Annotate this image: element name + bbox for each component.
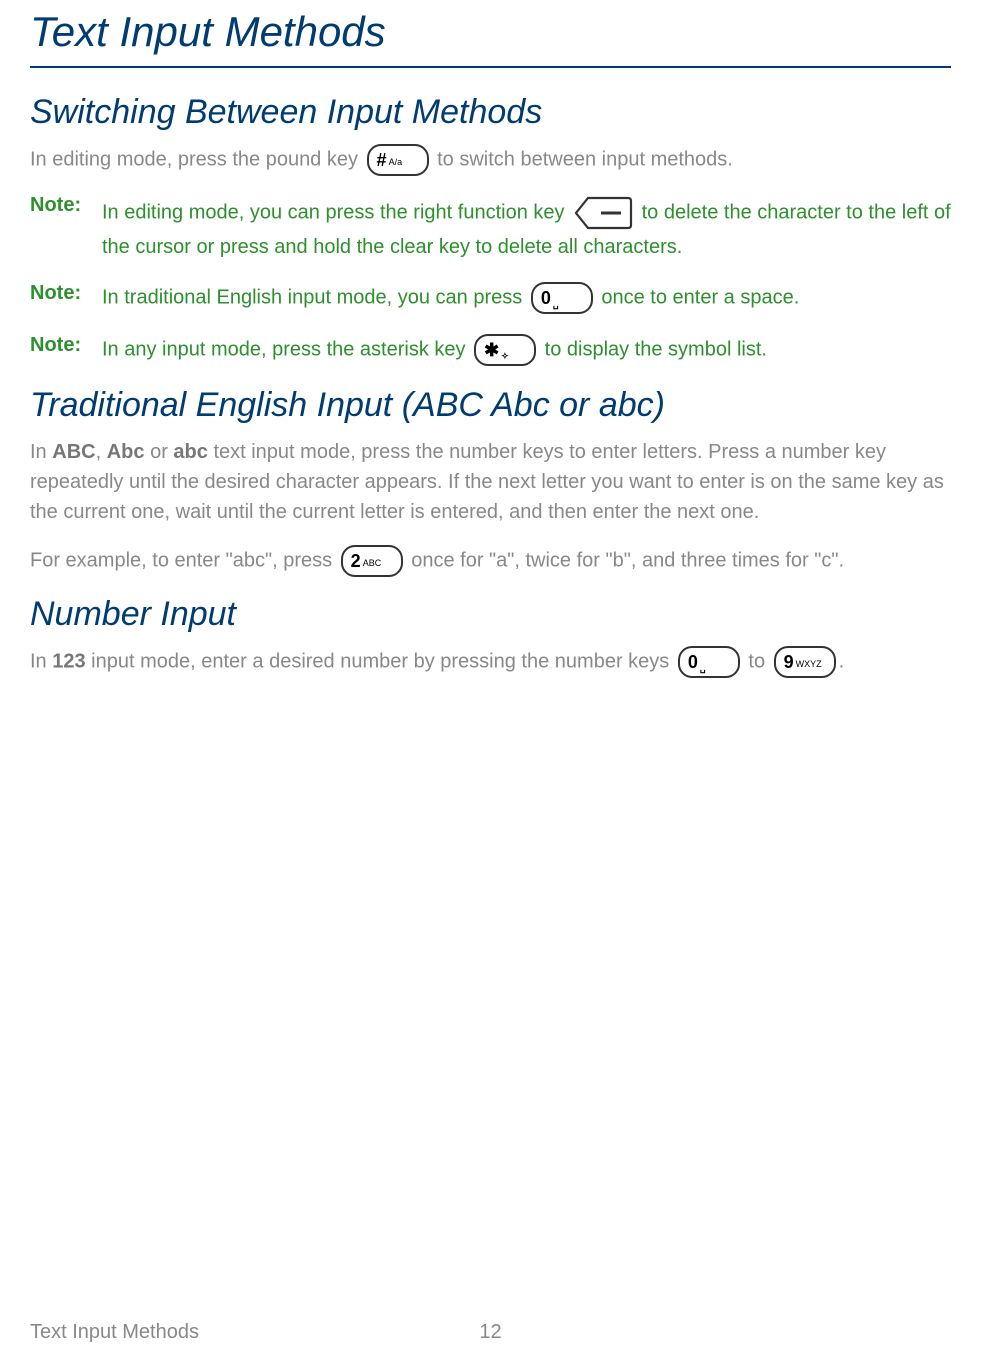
pound-key-icon: #A/a	[367, 144, 429, 176]
note-text: In traditional English input mode, you c…	[102, 282, 799, 314]
text-segment: once for "a", twice for "b", and three t…	[411, 549, 844, 571]
bold-text: ABC	[52, 441, 95, 463]
page-title: Text Input Methods	[30, 0, 951, 68]
traditional-para1: In ABC, Abc or abc text input mode, pres…	[30, 437, 951, 527]
number-para: In 123 input mode, enter a desired numbe…	[30, 646, 951, 678]
note-3: Note: In any input mode, press the aster…	[30, 334, 951, 366]
text-segment: to switch between input methods.	[437, 148, 733, 170]
key-sub-label: WXYZ	[796, 659, 822, 669]
text-segment: In	[30, 650, 52, 672]
text-segment: input mode, enter a desired number by pr…	[86, 650, 675, 672]
note-label: Note:	[30, 194, 102, 217]
text-segment: In editing mode, you can press the right…	[102, 201, 570, 223]
page-footer: Text Input Methods 12	[30, 1321, 951, 1344]
text-segment: .	[839, 650, 845, 672]
key-sub-label: ABC	[363, 558, 382, 568]
text-segment: In any input mode, press the asterisk ke…	[102, 338, 471, 360]
switching-intro: In editing mode, press the pound key #A/…	[30, 144, 951, 176]
asterisk-key-icon: ✱✧	[474, 334, 536, 366]
key-sub-label: ␣	[700, 663, 706, 673]
key-main-label: #	[377, 150, 387, 170]
bold-text: 123	[52, 650, 85, 672]
section-number-heading: Number Input	[30, 595, 951, 634]
note-2: Note: In traditional English input mode,…	[30, 282, 951, 314]
zero-key-icon: 0␣	[678, 646, 740, 678]
section-switching-heading: Switching Between Input Methods	[30, 93, 951, 132]
page-number: 12	[479, 1321, 501, 1344]
delete-key-icon	[573, 194, 633, 232]
footer-title: Text Input Methods	[30, 1321, 199, 1344]
zero-key-icon: 0␣	[531, 282, 593, 314]
bold-text: abc	[173, 441, 207, 463]
note-text: In any input mode, press the asterisk ke…	[102, 334, 767, 366]
note-label: Note:	[30, 282, 102, 305]
section-traditional-heading: Traditional English Input (ABC Abc or ab…	[30, 386, 951, 425]
key-sub-label: ␣	[553, 299, 559, 309]
text-segment: In	[30, 441, 52, 463]
key-sub-label: ✧	[501, 351, 509, 361]
note-label: Note:	[30, 334, 102, 357]
bold-text: Abc	[107, 441, 145, 463]
text-segment: In traditional English input mode, you c…	[102, 286, 528, 308]
text-segment: to display the symbol list.	[545, 338, 767, 360]
note-text: In editing mode, you can press the right…	[102, 194, 951, 262]
key-main-label: 0	[688, 652, 698, 672]
note-1: Note: In editing mode, you can press the…	[30, 194, 951, 262]
text-segment: or	[145, 441, 174, 463]
traditional-para2: For example, to enter "abc", press 2ABC …	[30, 545, 951, 577]
key-main-label: 9	[784, 652, 794, 672]
text-segment: ,	[96, 441, 107, 463]
two-key-icon: 2ABC	[341, 545, 403, 577]
text-segment: to	[748, 650, 770, 672]
text-segment: For example, to enter "abc", press	[30, 549, 338, 571]
text-segment: once to enter a space.	[601, 286, 799, 308]
key-sub-label: A/a	[389, 157, 403, 167]
key-main-label: 2	[351, 551, 361, 571]
key-main-label: ✱	[484, 340, 499, 360]
key-main-label: 0	[541, 288, 551, 308]
nine-key-icon: 9WXYZ	[774, 646, 836, 678]
text-segment: In editing mode, press the pound key	[30, 148, 364, 170]
